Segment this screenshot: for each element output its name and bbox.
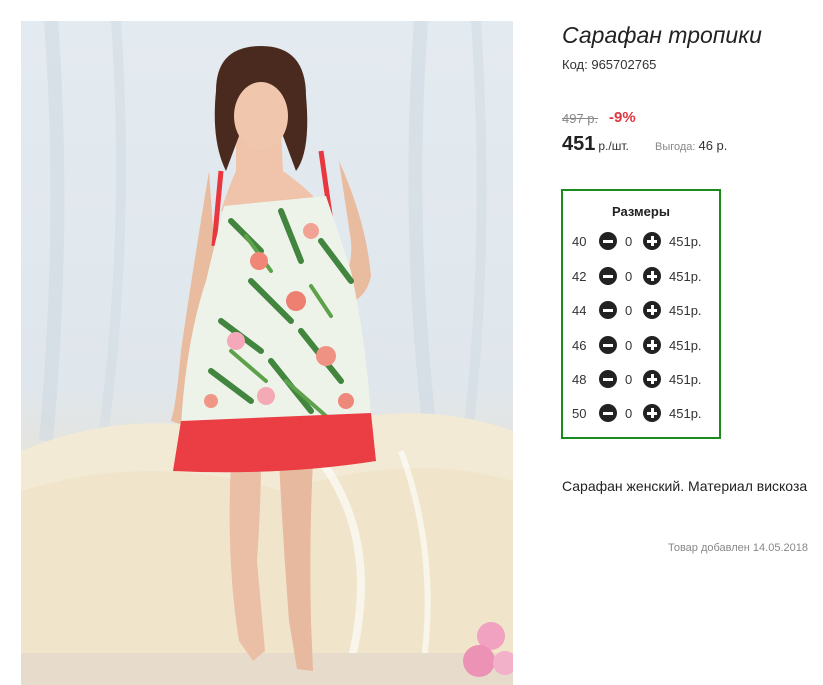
- size-row-50: 50 0 451р.: [563, 403, 719, 423]
- size-price: 451р.: [669, 269, 702, 284]
- size-label: 42: [572, 269, 587, 284]
- quantity-value: 0: [625, 234, 633, 249]
- size-label: 40: [572, 234, 587, 249]
- plus-circle-icon[interactable]: [643, 336, 661, 354]
- plus-circle-icon[interactable]: [643, 301, 661, 319]
- plus-circle-icon[interactable]: [643, 267, 661, 285]
- size-price: 451р.: [669, 303, 702, 318]
- size-price: 451р.: [669, 372, 702, 387]
- product-title: Сарафан тропики: [562, 22, 762, 48]
- size-label: 48: [572, 372, 587, 387]
- size-price: 451р.: [669, 406, 702, 421]
- product-photo-illustration: [21, 21, 513, 685]
- price-value: 451: [562, 133, 596, 155]
- price-unit: р./шт.: [598, 139, 629, 153]
- minus-circle-icon[interactable]: [599, 336, 617, 354]
- product-code-value: 965702765: [591, 57, 657, 72]
- product-photo[interactable]: [21, 21, 513, 685]
- quantity-value: 0: [625, 372, 633, 387]
- product-description: Сарафан женский. Материал вискоза: [562, 478, 808, 494]
- size-price: 451р.: [669, 234, 702, 249]
- size-label: 50: [572, 406, 587, 421]
- size-label: 44: [572, 303, 587, 318]
- minus-circle-icon[interactable]: [599, 404, 617, 422]
- plus-circle-icon[interactable]: [643, 404, 661, 422]
- plus-circle-icon[interactable]: [643, 232, 661, 250]
- saving: Выгода: 46 р.: [655, 138, 727, 153]
- minus-circle-icon[interactable]: [599, 232, 617, 250]
- quantity-value: 0: [625, 406, 633, 421]
- discount-badge: -9%: [609, 109, 636, 126]
- saving-value: 46 р.: [698, 138, 728, 153]
- quantity-value: 0: [625, 338, 633, 353]
- saving-label: Выгода:: [655, 141, 696, 153]
- old-price: 497 р.: [562, 111, 599, 126]
- size-price: 451р.: [669, 338, 702, 353]
- size-row-46: 46 0 451р.: [563, 335, 719, 355]
- sizes-panel: Размеры 40 0 451р. 42 0 451р. 44 0 451р.…: [561, 189, 721, 439]
- quantity-value: 0: [625, 269, 633, 284]
- added-date: Товар добавлен 14.05.2018: [667, 542, 808, 554]
- minus-circle-icon[interactable]: [599, 267, 617, 285]
- size-row-48: 48 0 451р.: [563, 369, 719, 389]
- minus-circle-icon[interactable]: [599, 370, 617, 388]
- plus-circle-icon[interactable]: [643, 370, 661, 388]
- product-code: Код: 965702765: [562, 57, 656, 72]
- product-code-label: Код:: [562, 57, 588, 72]
- quantity-value: 0: [625, 303, 633, 318]
- minus-circle-icon[interactable]: [599, 301, 617, 319]
- size-row-42: 42 0 451р.: [563, 266, 719, 286]
- sizes-heading: Размеры: [612, 204, 670, 219]
- size-label: 46: [572, 338, 587, 353]
- size-row-40: 40 0 451р.: [563, 231, 719, 251]
- current-price: 451 р./шт.: [562, 133, 629, 156]
- size-row-44: 44 0 451р.: [563, 300, 719, 320]
